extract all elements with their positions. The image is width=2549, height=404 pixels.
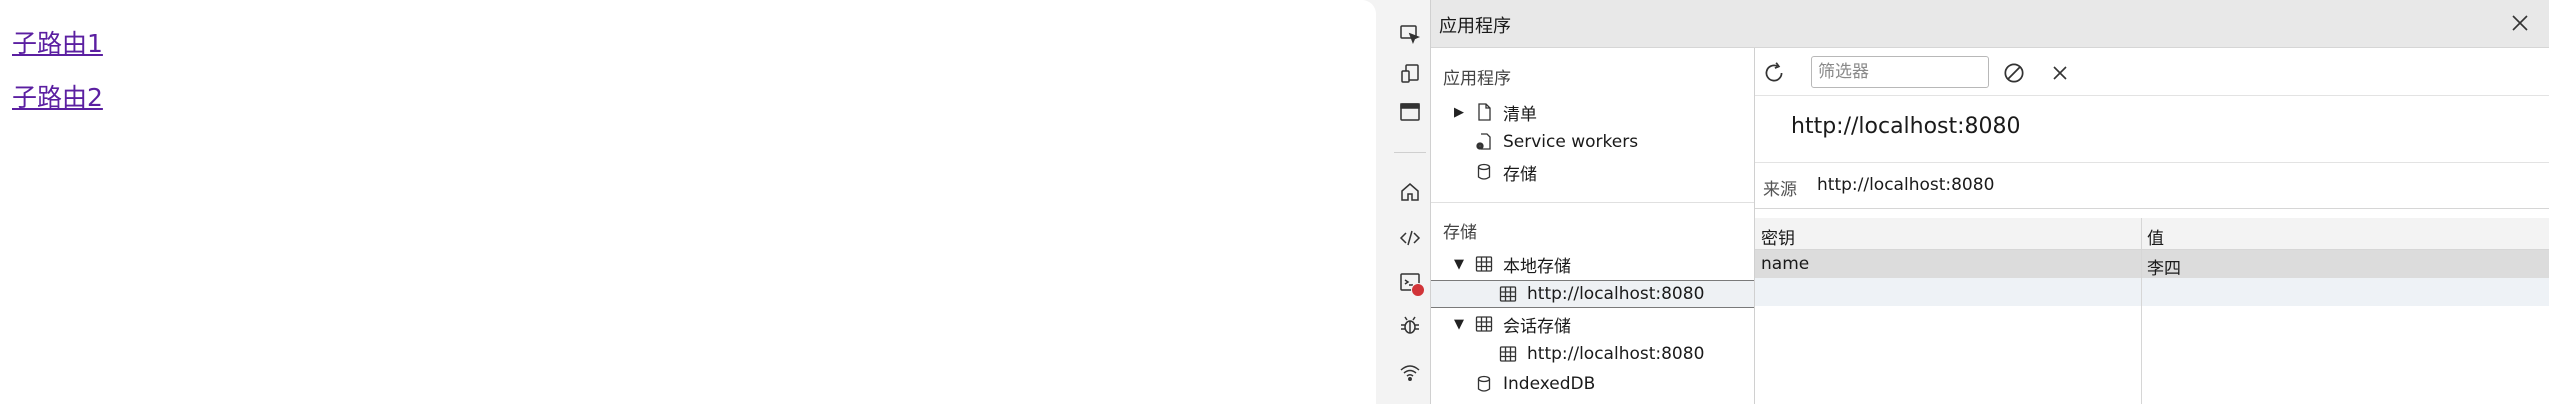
tree-item-label: 本地存储 (1503, 256, 1571, 277)
tree-item-session-storage-origin[interactable]: http://localhost:8080 (1497, 340, 1704, 368)
clear-all-button[interactable] (1999, 58, 2029, 88)
origin-heading: http://localhost:8080 (1791, 114, 2021, 139)
close-icon (2512, 15, 2528, 31)
activity-separator (1394, 152, 1426, 153)
collapse-arrow-icon[interactable]: ▼ (1451, 317, 1467, 332)
table-grid-icon (1473, 313, 1495, 335)
delete-selected-button[interactable] (2045, 58, 2075, 88)
error-badge (1411, 283, 1425, 297)
inspect-element-icon[interactable] (1396, 20, 1424, 48)
tree-item-storage[interactable]: 存储 (1451, 158, 1537, 186)
database-icon (1473, 161, 1495, 183)
devtools-header: 应用程序 (1431, 0, 2549, 48)
empty-new-row[interactable] (1755, 278, 2549, 306)
column-header-key[interactable]: 密钥 (1761, 224, 1795, 249)
tree-item-label: Service workers (1503, 132, 1639, 152)
section-title-application: 应用程序 (1443, 69, 1511, 89)
storage-main-pane: http://localhost:8080 来源 http://localhos… (1755, 48, 2549, 404)
tree-item-label: http://localhost:8080 (1527, 284, 1705, 304)
gear-document-icon (1473, 131, 1495, 153)
column-header-value[interactable]: 值 (2147, 224, 2164, 249)
console-icon[interactable] (1396, 268, 1425, 297)
origin-label: 来源 (1763, 180, 1797, 200)
expand-arrow-icon[interactable]: ▶ (1451, 105, 1467, 120)
block-icon (2004, 63, 2024, 83)
database-icon (1473, 373, 1495, 395)
tree-item-session-storage[interactable]: ▼ 会话存储 (1451, 310, 1571, 338)
wifi-network-icon[interactable] (1396, 358, 1424, 386)
filter-input[interactable] (1811, 56, 1989, 88)
link-subroute-1[interactable]: 子路由1 (12, 24, 103, 60)
origin-value: http://localhost:8080 (1817, 175, 1995, 195)
grid-header: 密钥 值 (1755, 218, 2549, 250)
tree-item-label: 存储 (1503, 164, 1537, 185)
tree-item-local-storage-origin[interactable]: http://localhost:8080 (1431, 280, 1754, 308)
document-icon (1473, 101, 1495, 123)
panel-gutter (1376, 0, 1390, 404)
tree-item-label: 会话存储 (1503, 316, 1571, 337)
tree-item-label: 清单 (1503, 104, 1537, 125)
tree-item-service-workers[interactable]: Service workers (1451, 128, 1638, 156)
application-tree: 应用程序 ▶ 清单 Service workers 存储 存储 ▼ 本地存储 h… (1431, 48, 1755, 404)
web-page: 子路由1 子路由2 (0, 0, 1376, 404)
refresh-icon (1765, 62, 1783, 82)
cell-key[interactable]: name (1761, 254, 1809, 274)
devtools-panel: 应用程序 应用程序 ▶ 清单 Service workers 存储 存储 ▼ 本… (1430, 0, 2549, 404)
home-icon[interactable] (1396, 178, 1424, 206)
section-title-storage: 存储 (1443, 223, 1477, 243)
key-value-grid: 密钥 值 name 李四 (1755, 218, 2549, 404)
tree-item-indexeddb[interactable]: IndexedDB (1451, 370, 1595, 398)
refresh-button[interactable] (1759, 58, 1789, 88)
close-panel-button[interactable] (2505, 8, 2535, 38)
storage-toolbar (1755, 48, 2549, 96)
device-emulation-icon[interactable] (1396, 60, 1424, 88)
close-icon (2053, 66, 2067, 80)
bug-debugger-icon[interactable] (1396, 312, 1424, 340)
dock-panel-icon[interactable] (1396, 98, 1424, 126)
column-divider[interactable] (2141, 218, 2142, 404)
cell-value[interactable]: 李四 (2147, 254, 2181, 279)
devtools-activity-bar (1390, 0, 1430, 404)
tree-item-label: IndexedDB (1503, 374, 1596, 394)
tree-item-local-storage[interactable]: ▼ 本地存储 (1451, 250, 1571, 278)
page-corner (1360, 0, 1376, 16)
panel-title: 应用程序 (1439, 16, 1511, 37)
code-elements-icon[interactable] (1396, 224, 1424, 252)
link-subroute-2[interactable]: 子路由2 (12, 78, 103, 114)
collapse-arrow-icon[interactable]: ▼ (1451, 257, 1467, 272)
table-row[interactable]: name 李四 (1755, 250, 2549, 279)
tree-separator (1431, 202, 1754, 203)
table-grid-icon (1497, 283, 1519, 305)
tree-item-label: http://localhost:8080 (1527, 344, 1705, 364)
table-grid-icon (1497, 343, 1519, 365)
table-grid-icon (1473, 253, 1495, 275)
tree-item-manifest[interactable]: ▶ 清单 (1451, 98, 1537, 126)
origin-info-row: 来源 http://localhost:8080 (1755, 162, 2549, 209)
